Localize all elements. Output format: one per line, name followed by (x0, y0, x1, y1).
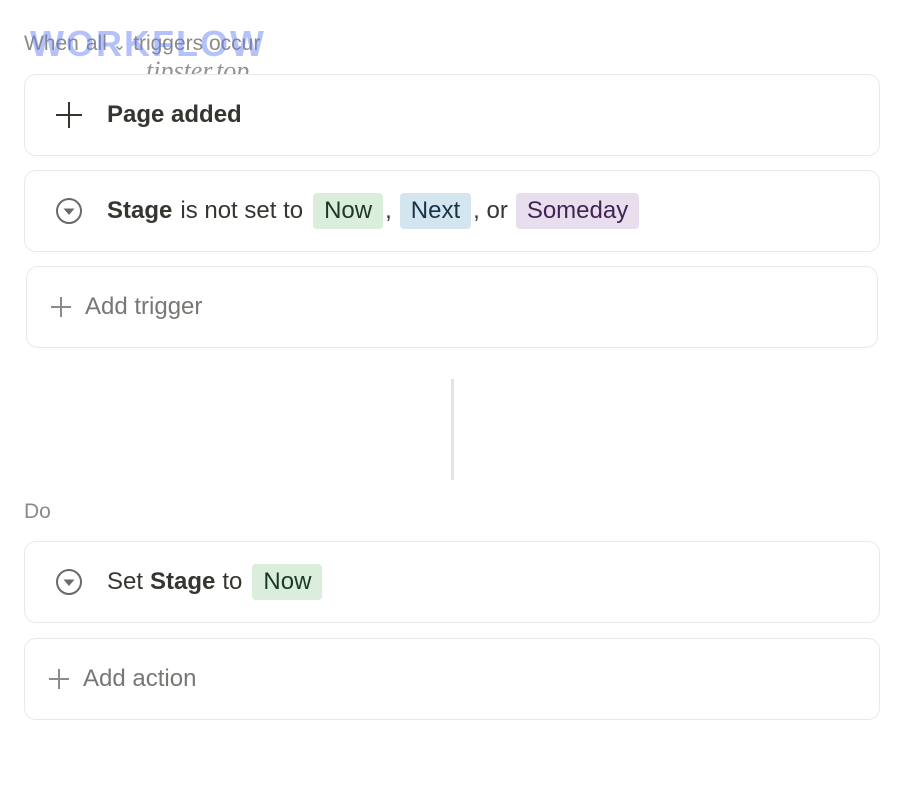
stage-tag-now: Now (313, 193, 384, 229)
triggers-occur-label: triggers occur (133, 32, 261, 55)
plus-icon (49, 669, 69, 689)
flow-connector-line (451, 379, 454, 480)
filter-circle-icon (56, 198, 82, 224)
separator-or: , or (473, 197, 508, 224)
action-property: Stage (150, 568, 216, 595)
trigger-condition: is not set to (180, 197, 304, 224)
add-action-label: Add action (83, 665, 197, 692)
plus-icon (55, 101, 83, 129)
trigger-property: Stage (107, 197, 173, 224)
plus-icon (51, 297, 71, 317)
trigger-mode-row: When all ⌄ triggers occur (24, 32, 260, 56)
add-trigger-button[interactable]: Add trigger (26, 266, 878, 348)
do-label: Do (24, 500, 51, 523)
action-value-tag-now: Now (252, 564, 323, 600)
action-preposition: to (222, 568, 243, 595)
trigger-card-page-added[interactable]: Page added (24, 74, 880, 156)
trigger-label: Page added (107, 101, 242, 128)
trigger-card-stage-condition[interactable]: Stage is not set to Now , Next , or Some… (24, 170, 880, 252)
chevron-down-icon: ⌄ (112, 37, 127, 54)
automation-editor: When all ⌄ triggers occur WORKFLOW tipst… (0, 0, 900, 788)
add-trigger-label: Add trigger (85, 293, 203, 320)
filter-circle-icon (56, 569, 82, 595)
trigger-mode-value: all (85, 32, 107, 55)
when-label: When (24, 32, 79, 55)
add-action-button[interactable]: Add action (24, 638, 880, 720)
action-verb: Set (107, 568, 144, 595)
action-card-set-stage[interactable]: Set Stage to Now (24, 541, 880, 623)
separator-comma: , (385, 197, 392, 224)
trigger-mode-dropdown[interactable]: all ⌄ (86, 32, 126, 56)
stage-tag-next: Next (399, 193, 472, 229)
stage-tag-someday: Someday (515, 193, 640, 229)
